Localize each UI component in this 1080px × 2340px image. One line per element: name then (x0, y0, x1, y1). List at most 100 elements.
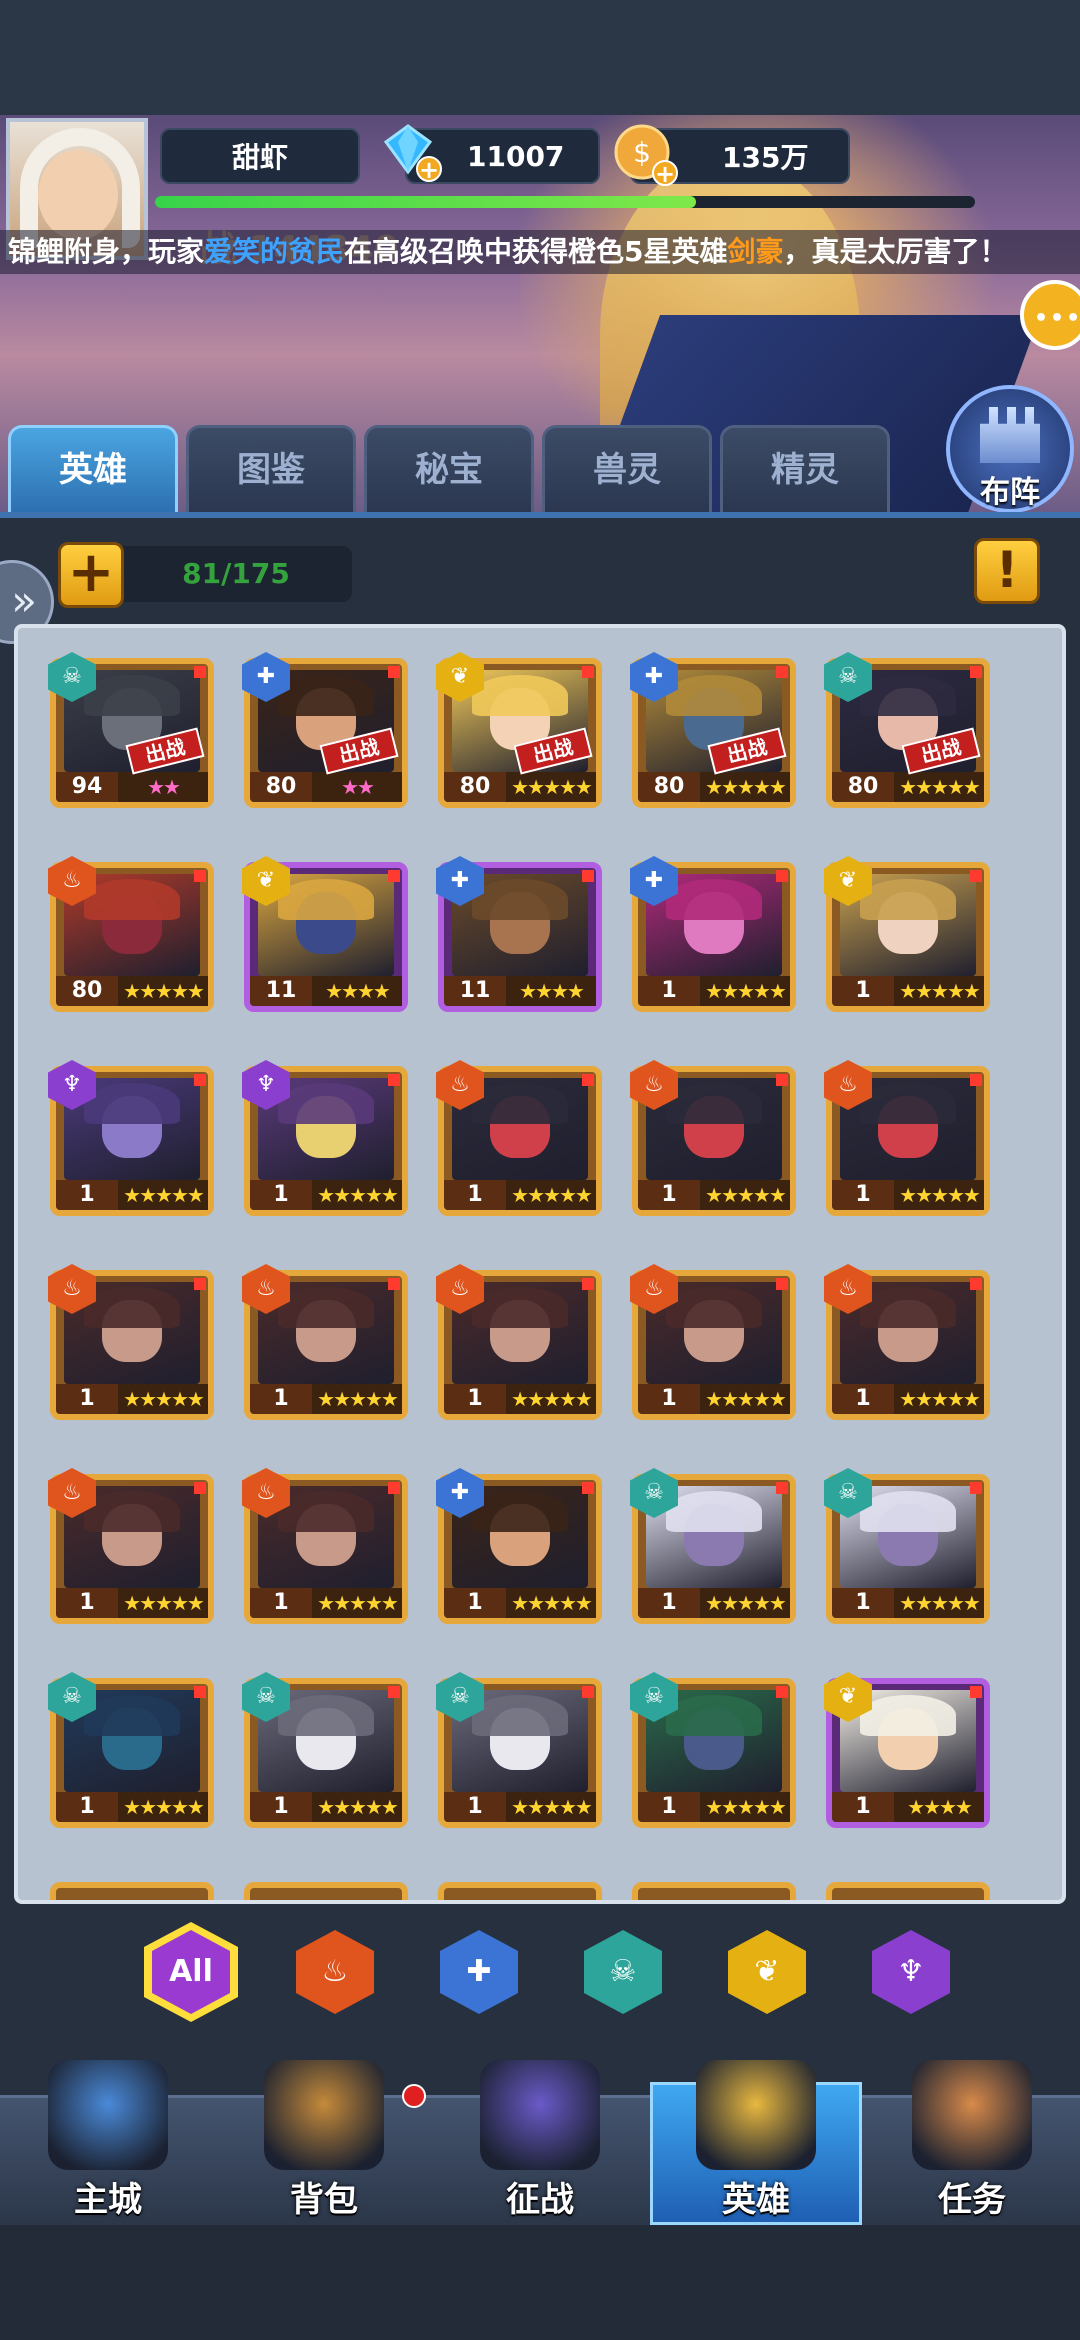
hero-card-partial[interactable] (244, 1882, 408, 1900)
hero-level: 1 (250, 1384, 312, 1414)
hero-level: 11 (250, 976, 312, 1006)
hero-card[interactable]: 1 ★★★★★ ♨ (436, 1060, 602, 1216)
hero-card[interactable]: 80 ★★★★★ 出战 ✚ (630, 652, 796, 808)
hero-stars: ★★★★★ (506, 772, 596, 802)
tab-beast-spirit[interactable]: 兽灵 (542, 425, 712, 513)
tab-treasure[interactable]: 秘宝 (364, 425, 534, 513)
hero-stars: ★★★★★ (700, 1588, 790, 1618)
hero-card[interactable]: 1 ★★★★★ ♨ (48, 1468, 214, 1624)
hero-hair (472, 675, 568, 716)
hero-card[interactable]: 1 ★★★★★ ♨ (242, 1468, 408, 1624)
hero-card[interactable]: 80 ★★★★★ 出战 ☠ (824, 652, 990, 808)
gold-plus-icon[interactable]: + (652, 160, 678, 186)
filter-tech-icon[interactable]: ✚ (440, 1930, 518, 2014)
nav-campaign[interactable]: 征战 (440, 2060, 640, 2220)
hero-corner-marker (194, 1278, 206, 1290)
hero-hair (84, 675, 180, 716)
hero-card[interactable]: 11 ★★★★ ✚ (436, 856, 602, 1012)
hero-card[interactable]: 11 ★★★★ ❦ (242, 856, 408, 1012)
hero-level: 80 (56, 976, 118, 1006)
hero-hair (84, 1695, 180, 1736)
hero-stars: ★★★★★ (506, 1588, 596, 1618)
expand-slots-button[interactable]: + (58, 542, 124, 608)
hero-card[interactable]: 1 ★★★★★ ☠ (630, 1672, 796, 1828)
hero-card[interactable]: 1 ★★★★★ ♆ (242, 1060, 408, 1216)
hero-stars: ★★★★★ (700, 1180, 790, 1210)
hero-card[interactable]: 1 ★★★★★ ♨ (630, 1060, 796, 1216)
nav-label: 主城 (74, 2180, 142, 2220)
hero-card[interactable]: 1 ★★★★★ ♨ (48, 1264, 214, 1420)
hero-hair (84, 1491, 180, 1532)
hero-level: 1 (250, 1792, 312, 1822)
hero-stars: ★★★★★ (506, 1384, 596, 1414)
hero-hair (860, 675, 956, 716)
filter-death-icon[interactable]: ☠ (584, 1930, 662, 2014)
hero-corner-marker (970, 1686, 982, 1698)
hero-level: 1 (638, 976, 700, 1006)
hero-level: 1 (56, 1792, 118, 1822)
gem-plus-icon[interactable]: + (416, 156, 442, 182)
hero-stars: ★★★★★ (506, 1180, 596, 1210)
nav-backpack[interactable]: 背包 (224, 2060, 424, 2220)
tab-elf[interactable]: 精灵 (720, 425, 890, 513)
hero-level: 11 (444, 976, 506, 1006)
hero-hair (472, 879, 568, 920)
hero-corner-marker (388, 1278, 400, 1290)
hero-hair (278, 1083, 374, 1124)
nav-label: 任务 (938, 2180, 1006, 2220)
svg-text:$: $ (633, 136, 651, 169)
hero-stars: ★★★★★ (312, 1588, 402, 1618)
hero-card[interactable]: 1 ★★★★★ ☠ (824, 1468, 990, 1624)
gem-amount: 11007 (467, 139, 565, 173)
marquee-player: 爱笑的贫民 (204, 235, 345, 268)
gem-icon[interactable]: + (380, 122, 442, 182)
hero-card[interactable]: 1 ★★★★★ ✚ (630, 856, 796, 1012)
nav-heroes[interactable]: 英雄 (656, 2060, 856, 2220)
hero-card[interactable]: 1 ★★★★★ ♨ (824, 1264, 990, 1420)
hero-hair (84, 879, 180, 920)
hero-card[interactable]: 1 ★★★★★ ☠ (242, 1672, 408, 1828)
hero-hair (472, 1491, 568, 1532)
hero-corner-marker (582, 870, 594, 882)
nav-main-city[interactable]: 主城 (8, 2060, 208, 2220)
hero-card[interactable]: 80 ★★★★★ 出战 ❦ (436, 652, 602, 808)
formation-button[interactable]: 布阵 (946, 385, 1074, 513)
hero-card[interactable]: 1 ★★★★★ ♆ (48, 1060, 214, 1216)
hero-card[interactable]: 94 ★★ 出战 ☠ (48, 652, 214, 808)
hero-card-partial[interactable] (826, 1882, 990, 1900)
hero-card[interactable]: 80 ★★★★★ ♨ (48, 856, 214, 1012)
hero-card[interactable]: 80 ★★ 出战 ✚ (242, 652, 408, 808)
hero-card[interactable]: 1 ★★★★★ ♨ (824, 1060, 990, 1216)
hero-stars: ★★★★★ (700, 1384, 790, 1414)
hero-card[interactable]: 1 ★★★★★ ☠ (630, 1468, 796, 1624)
hero-hair (860, 1287, 956, 1328)
hero-card[interactable]: 1 ★★★★★ ♨ (630, 1264, 796, 1420)
hero-card[interactable]: 1 ★★★★★ ☠ (436, 1672, 602, 1828)
tab-heroes[interactable]: 英雄 (8, 425, 178, 513)
hero-card[interactable]: 1 ★★★★★ ❦ (824, 856, 990, 1012)
hero-corner-marker (194, 1482, 206, 1494)
filter-dark-icon[interactable]: ♆ (872, 1930, 950, 2014)
hero-level: 1 (250, 1588, 312, 1618)
filter-nature-icon[interactable]: ❦ (728, 1930, 806, 2014)
filter-fire-icon[interactable]: ♨ (296, 1930, 374, 2014)
hero-level: 1 (832, 1588, 894, 1618)
marquee-suffix: ，真是太厉害了！ (783, 235, 1008, 268)
xp-bar-fill (155, 196, 696, 208)
gold-coin-icon[interactable]: $ + (612, 122, 678, 186)
hero-card-partial[interactable] (632, 1882, 796, 1900)
nav-quests[interactable]: 任务 (872, 2060, 1072, 2220)
hero-card[interactable]: 1 ★★★★ ❦ (824, 1672, 990, 1828)
hero-card[interactable]: 1 ★★★★★ ♨ (242, 1264, 408, 1420)
hero-hair (472, 1083, 568, 1124)
hero-card[interactable]: 1 ★★★★★ ☠ (48, 1672, 214, 1828)
hero-card[interactable]: 1 ★★★★★ ♨ (436, 1264, 602, 1420)
hero-card[interactable]: 1 ★★★★★ ✚ (436, 1468, 602, 1624)
tab-underline (0, 512, 1080, 518)
hero-card-partial[interactable] (50, 1882, 214, 1900)
hero-card-partial[interactable] (438, 1882, 602, 1900)
tab-codex[interactable]: 图鉴 (186, 425, 356, 513)
hero-level: 1 (250, 1180, 312, 1210)
hero-corner-marker (582, 1074, 594, 1086)
info-button[interactable]: ! (974, 538, 1040, 604)
